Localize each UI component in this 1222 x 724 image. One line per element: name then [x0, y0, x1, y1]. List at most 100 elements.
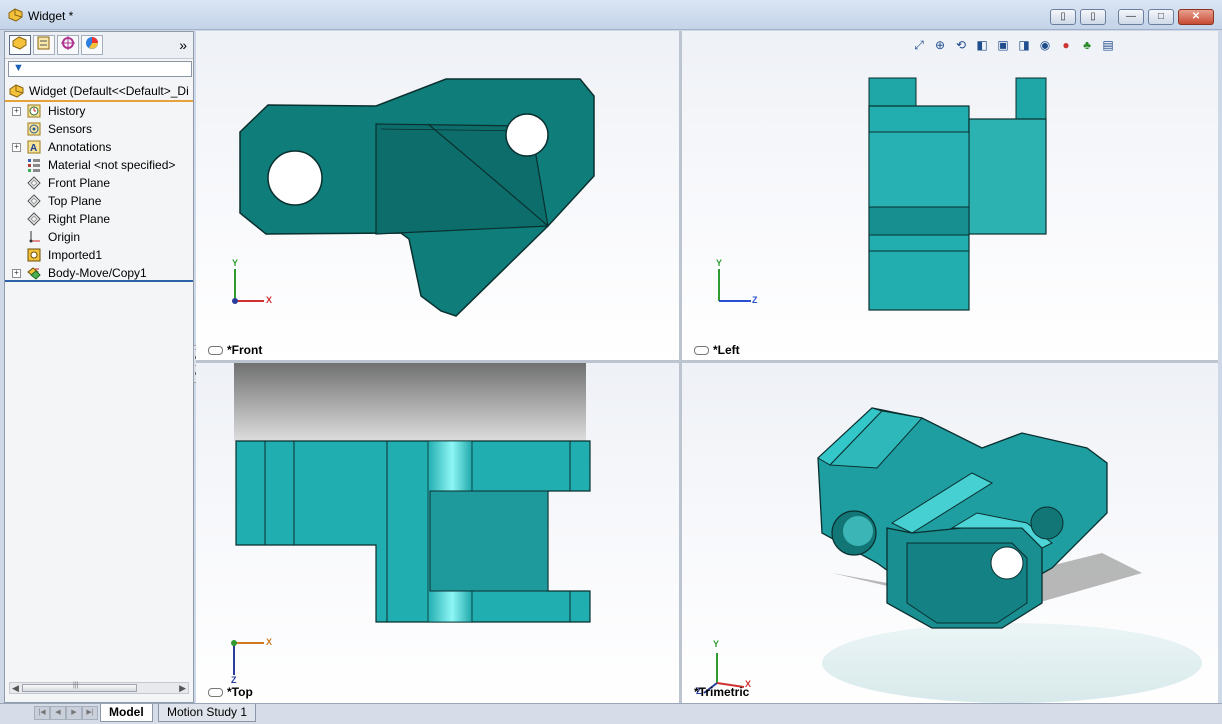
minimize-button[interactable]: — [1118, 9, 1144, 25]
expand-toggle[interactable]: + [12, 269, 21, 278]
edit-appearance-icon[interactable]: ● [1058, 37, 1074, 53]
feature-manager-panel: » ▼ Widget (Default<<Default>_Di + Histo… [4, 31, 194, 703]
maximize-button[interactable]: □ [1148, 9, 1174, 25]
propertymanager-tab[interactable] [33, 35, 55, 55]
tab-model[interactable]: Model [100, 704, 153, 722]
top-view-model [231, 363, 591, 675]
tree-item-label: Annotations [48, 140, 112, 154]
z-axis-label: Z [752, 295, 758, 305]
displaymanager-tab[interactable] [81, 35, 103, 55]
plane-icon [27, 194, 41, 208]
display-style-icon[interactable]: ◨ [1016, 37, 1032, 53]
viewport-left[interactable]: Y Z *Left ⤢ ⊕ ⟲ ◧ ▣ ◨ ◉ ● ♣ ▤ [682, 31, 1218, 360]
view-orientation-icon[interactable]: ▣ [995, 37, 1011, 53]
tree-item-label: History [48, 104, 86, 118]
scroll-thumb[interactable]: ||| [22, 682, 137, 692]
tree-item-material[interactable]: Material <not specified> [5, 156, 193, 174]
configurationmanager-tab[interactable] [57, 35, 79, 55]
view-settings-icon[interactable]: ▤ [1100, 37, 1116, 53]
graphics-area[interactable]: Y X *Front Y Z *Left ⤢ ⊕ ⟲ ◧ ▣ ◨ ◉ ● ♣ ▤… [196, 31, 1218, 703]
feature-tree-root[interactable]: Widget (Default<<Default>_Di [5, 82, 193, 102]
configuration-manager-icon [61, 36, 75, 50]
panel-more-button[interactable]: » [179, 37, 187, 53]
y-axis-label: Y [716, 258, 723, 268]
tree-item-top-plane[interactable]: Top Plane [5, 192, 193, 210]
tile-right-button[interactable]: ▯ [1080, 9, 1106, 25]
first-tab-icon[interactable]: |◀ [34, 706, 50, 720]
plane-icon [27, 176, 41, 190]
tree-item-label: Sensors [48, 122, 93, 136]
scroll-right-arrow-icon[interactable]: ▶ [179, 683, 186, 694]
previous-view-icon[interactable]: ⟲ [953, 37, 969, 53]
next-tab-icon[interactable]: ▶ [66, 706, 82, 720]
viewport-label: *Top [208, 685, 253, 699]
feature-manager-tabs: » [5, 32, 193, 59]
feature-tree: + History Sensors + A Annotations Materi… [5, 102, 193, 282]
origin-icon [29, 231, 40, 243]
link-views-icon[interactable] [694, 346, 709, 356]
viewport-splitter-horizontal[interactable] [196, 360, 1218, 363]
left-view-model [718, 77, 1047, 311]
trimetric-view-model [703, 407, 1202, 703]
apply-scene-icon[interactable]: ♣ [1079, 37, 1095, 53]
expand-toggle[interactable]: + [12, 143, 21, 152]
tree-item-label: Right Plane [48, 212, 111, 226]
zoom-to-fit-icon[interactable]: ⤢ [911, 37, 927, 53]
tile-left-button[interactable]: ▯ [1050, 9, 1076, 25]
annotations-icon: A [27, 140, 41, 154]
window-title: Widget * [28, 9, 74, 23]
sensors-icon [27, 122, 41, 136]
imported-feature-icon [27, 248, 41, 262]
panel-horizontal-scrollbar[interactable]: ◀ ||| ▶ [9, 682, 189, 694]
x-axis-label: X [266, 637, 273, 647]
tree-item-label: Top Plane [48, 194, 102, 208]
viewport-trimetric[interactable]: Y X Z *Trimetric [682, 363, 1218, 703]
tree-item-imported1[interactable]: Imported1 [5, 246, 193, 264]
x-axis-label: X [266, 295, 273, 305]
link-views-icon[interactable] [208, 346, 223, 356]
tree-item-front-plane[interactable]: Front Plane [5, 174, 193, 192]
root-label: Widget (Default<<Default>_Di [29, 84, 189, 98]
expand-toggle[interactable]: + [12, 107, 21, 116]
feature-tree-icon [12, 36, 27, 50]
scroll-left-arrow-icon[interactable]: ◀ [12, 683, 19, 694]
tree-item-history[interactable]: + History [5, 102, 193, 120]
title-bar: Widget * ▯ ▯ — □ ✕ [0, 0, 1222, 30]
z-axis-label: Z [231, 675, 237, 685]
tree-item-sensors[interactable]: Sensors [5, 120, 193, 138]
feature-filter-input[interactable]: ▼ [8, 61, 192, 77]
y-axis-label: Y [713, 639, 720, 649]
tree-item-annotations[interactable]: + A Annotations [5, 138, 193, 156]
featuremanager-tab[interactable] [9, 35, 31, 55]
tree-item-right-plane[interactable]: Right Plane [5, 210, 193, 228]
tree-item-label: Imported1 [48, 248, 103, 262]
viewport-label: *Front [208, 343, 262, 357]
viewport-top[interactable]: X Z *Top [196, 363, 679, 703]
part-icon [9, 84, 24, 98]
tree-item-origin[interactable]: Origin [5, 228, 193, 246]
section-view-icon[interactable]: ◧ [974, 37, 990, 53]
solidworks-part-icon [8, 8, 24, 25]
bottom-tab-bar: |◀ ◀ ▶ ▶| Model Motion Study 1 [0, 703, 1222, 724]
heads-up-view-toolbar: ⤢ ⊕ ⟲ ◧ ▣ ◨ ◉ ● ♣ ▤ [911, 36, 1116, 54]
svg-text:A: A [30, 143, 37, 154]
link-views-icon[interactable] [208, 688, 223, 698]
tree-item-label: Material <not specified> [48, 158, 176, 172]
tree-item-label: Front Plane [48, 176, 111, 190]
display-manager-icon [86, 37, 98, 49]
last-tab-icon[interactable]: ▶| [82, 706, 98, 720]
viewport-splitter-vertical[interactable] [679, 31, 682, 703]
close-button[interactable]: ✕ [1178, 9, 1214, 25]
prev-tab-icon[interactable]: ◀ [50, 706, 66, 720]
history-icon [27, 104, 41, 118]
window-controls: ▯ ▯ — □ ✕ [1050, 9, 1214, 25]
filter-icon: ▼ [13, 62, 24, 74]
rollback-bar[interactable] [5, 280, 193, 282]
viewport-front[interactable]: Y X *Front [196, 31, 679, 360]
y-axis-label: Y [232, 258, 239, 268]
plane-icon [27, 212, 41, 226]
hide-show-items-icon[interactable]: ◉ [1037, 37, 1053, 53]
viewport-label: *Trimetric [694, 685, 750, 699]
zoom-to-area-icon[interactable]: ⊕ [932, 37, 948, 53]
tab-motion-study-1[interactable]: Motion Study 1 [158, 704, 257, 722]
